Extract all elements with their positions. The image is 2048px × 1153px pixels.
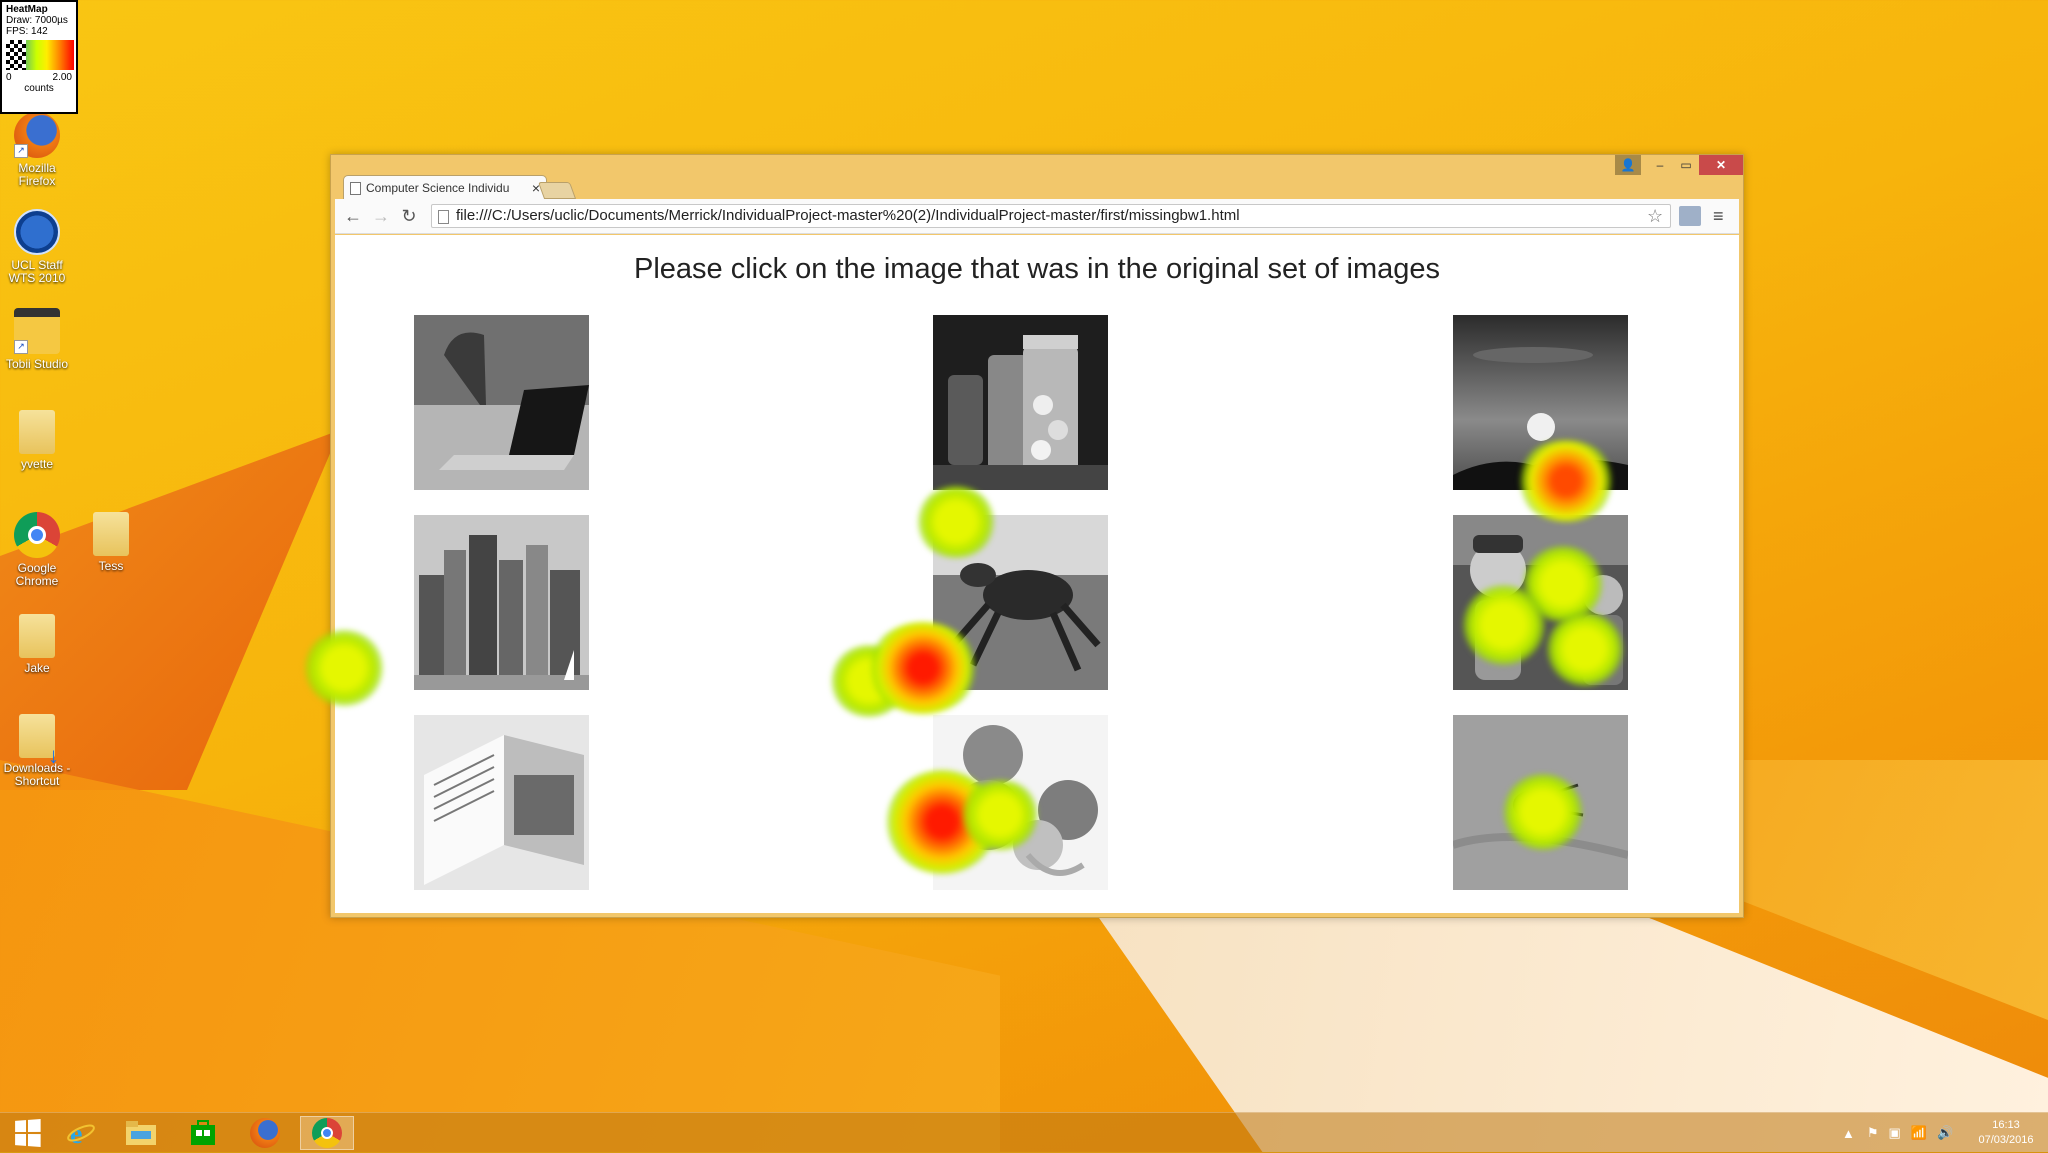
taskbar-clock[interactable]: 16:13 07/03/2016	[1970, 1118, 2042, 1148]
folder-icon	[93, 512, 129, 556]
action-center-flag-icon[interactable]: ⚑	[1867, 1125, 1879, 1141]
desktop-icon-firefox[interactable]: ↗ Mozilla Firefox	[0, 112, 75, 188]
image-option-book[interactable]	[414, 715, 589, 890]
menu-icon[interactable]: ≡	[1713, 204, 1724, 228]
heatmap-draw-time: Draw: 7000µs	[6, 15, 68, 26]
desktop-icon-label: Jake	[24, 661, 50, 675]
firefox-icon	[250, 1118, 280, 1148]
tobii-studio-icon: ↗	[14, 308, 60, 354]
desktop-icon-label: Tobii Studio	[5, 357, 69, 371]
internet-explorer-icon: e	[67, 1119, 95, 1148]
desktop-icon-label: UCL Staff WTS 2010	[8, 258, 66, 285]
taskbar-internet-explorer[interactable]: e	[54, 1116, 108, 1150]
page-title: Please click on the image that was in th…	[634, 253, 1440, 285]
image-option-laptop[interactable]	[414, 315, 589, 490]
heatmap-color-scale	[6, 40, 74, 70]
close-button[interactable]: ✕	[1699, 155, 1743, 175]
show-hidden-icons[interactable]: ▲	[1842, 1126, 1855, 1141]
new-tab-button[interactable]	[537, 182, 577, 199]
title-bar: 👤 – ▭ ✕ Computer Science Individu ×	[331, 155, 1743, 199]
maximize-button[interactable]: ▭	[1673, 155, 1699, 175]
image-option-sunset[interactable]	[1453, 315, 1628, 490]
start-button[interactable]	[0, 1116, 54, 1150]
taskbar: e ▲ ⚑ ▣ 📶 🔊 16:13 07/03/2016	[0, 1112, 2048, 1153]
heatmap-scale-max: 2.00	[52, 72, 72, 83]
address-bar-url: file:///C:/Users/uclic/Documents/Merrick…	[456, 207, 1240, 224]
clock-time: 16:13	[1992, 1119, 2020, 1131]
desktop-icon-label: Downloads - Shortcut	[3, 761, 71, 788]
desktop-icon-tobii-studio[interactable]: ↗ Tobii Studio	[0, 308, 75, 371]
windows-logo-icon	[15, 1119, 41, 1147]
page-icon	[350, 182, 361, 195]
image-option-beetle[interactable]	[1453, 715, 1628, 890]
extension-icon[interactable]	[1679, 206, 1701, 226]
system-tray: ▲ ⚑ ▣ 📶 🔊	[1842, 1113, 1953, 1153]
desktop-icon-downloads-shortcut[interactable]: Downloads - Shortcut	[0, 714, 75, 788]
bookmark-star-icon[interactable]: ☆	[1647, 204, 1663, 228]
forward-icon[interactable]: →	[369, 204, 393, 228]
heatmap-legend: HeatMap Draw: 7000µs FPS: 142 0 2.00 cou…	[0, 0, 78, 114]
desktop-icon-google-chrome[interactable]: Google Chrome	[0, 512, 75, 588]
minimize-button[interactable]: –	[1647, 155, 1673, 175]
page-content: Please click on the image that was in th…	[335, 235, 1739, 913]
desktop-icon-label: Google Chrome	[15, 561, 59, 588]
desktop-icon-label: Tess	[98, 559, 124, 573]
image-option-jars[interactable]	[933, 315, 1108, 490]
tab-close-icon[interactable]: ×	[532, 176, 540, 199]
network-icon[interactable]: 📶	[1911, 1125, 1927, 1141]
back-icon[interactable]: ←	[341, 204, 365, 228]
heatmap-units: counts	[24, 83, 54, 94]
file-icon	[438, 210, 449, 224]
desktop-icon-tess[interactable]: Tess	[73, 512, 149, 573]
browser-toolbar: ← → ↻ file:///C:/Users/uclic/Documents/M…	[335, 199, 1739, 234]
firefox-icon: ↗	[14, 112, 60, 158]
heatmap-fps: FPS: 142	[6, 26, 48, 37]
image-option-oranges[interactable]	[933, 715, 1108, 890]
store-icon	[191, 1120, 215, 1145]
heatmap-title: HeatMap	[6, 4, 48, 15]
taskbar-file-explorer[interactable]	[114, 1116, 168, 1150]
desktop-icon-yvette[interactable]: yvette	[0, 410, 75, 471]
file-explorer-icon	[126, 1121, 156, 1145]
desktop-icon-label: Mozilla Firefox	[18, 161, 56, 188]
desktop-icon-label: yvette	[20, 457, 53, 471]
chrome-icon	[14, 512, 60, 558]
browser-tab[interactable]: Computer Science Individu ×	[343, 175, 547, 199]
taskbar-store[interactable]	[176, 1116, 230, 1150]
folder-icon	[19, 614, 55, 658]
ucl-wts-icon	[14, 209, 60, 255]
taskbar-firefox[interactable]	[238, 1116, 292, 1150]
display-icon[interactable]: ▣	[1889, 1125, 1901, 1141]
clock-date: 07/03/2016	[1978, 1134, 2034, 1146]
tab-title: Computer Science Individu	[366, 181, 510, 195]
volume-icon[interactable]: 🔊	[1937, 1125, 1953, 1141]
desktop-icon-jake[interactable]: Jake	[0, 614, 75, 675]
image-option-skyline[interactable]	[414, 515, 589, 690]
address-bar[interactable]: file:///C:/Users/uclic/Documents/Merrick…	[431, 204, 1671, 228]
folder-icon	[19, 410, 55, 454]
desktop-icon-ucl-wts[interactable]: UCL Staff WTS 2010	[0, 209, 75, 285]
downloads-shortcut-icon	[19, 714, 59, 762]
reload-icon[interactable]: ↻	[397, 204, 421, 228]
taskbar-chrome[interactable]	[300, 1116, 354, 1150]
chrome-icon	[312, 1118, 342, 1148]
heatmap-scale-min: 0	[6, 72, 12, 83]
image-option-crab[interactable]	[933, 515, 1108, 690]
browser-window: 👤 – ▭ ✕ Computer Science Individu × ← → …	[330, 154, 1744, 918]
image-option-clowns[interactable]	[1453, 515, 1628, 690]
user-icon[interactable]: 👤	[1615, 155, 1641, 175]
